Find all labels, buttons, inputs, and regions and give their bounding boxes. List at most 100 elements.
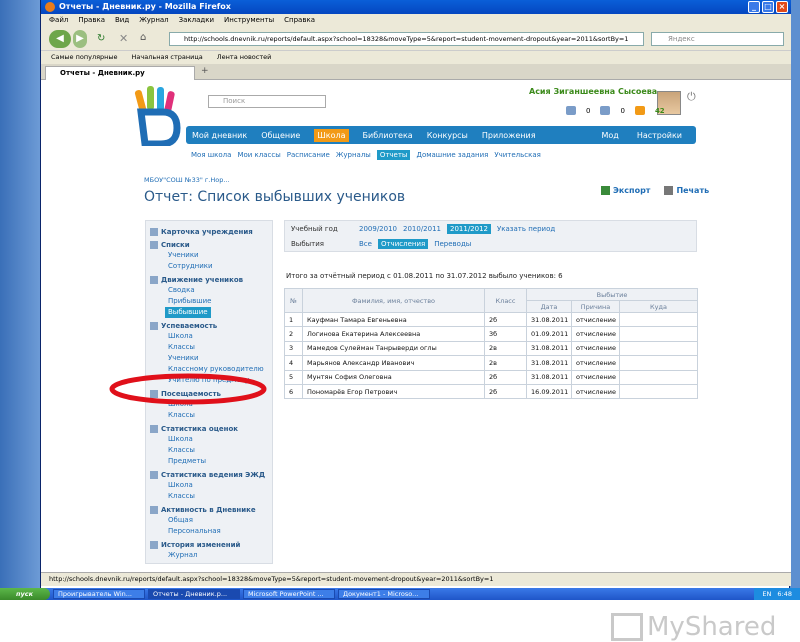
mail-count: 0	[586, 106, 591, 115]
status-bar: http://schools.dnevnik.ru/reports/defaul…	[41, 572, 791, 586]
type-option-all[interactable]: Все	[359, 240, 372, 248]
sidebar-group-title: Активность в Дневнике	[161, 506, 256, 514]
cell-name[interactable]: Мунтян София Олеговна	[302, 369, 485, 385]
nav-school[interactable]: Школа	[314, 128, 349, 142]
user-name[interactable]: Асия Зиганшеевна Сысоева	[529, 87, 657, 96]
print-button[interactable]: Печать	[664, 186, 709, 195]
sidebar-item-activity-general[interactable]: Общая	[150, 515, 272, 526]
sidebar-item-progress-students[interactable]: Ученики	[150, 353, 272, 364]
mail-icon[interactable]	[566, 106, 576, 115]
bookmark-start-page[interactable]: Начальная страница	[132, 51, 203, 64]
sidebar-item-students[interactable]: Ученики	[150, 250, 272, 261]
taskbar-item-powerpoint[interactable]: Microsoft PowerPoint ...	[243, 589, 335, 599]
cell-name[interactable]: Кауфман Тамара Евгеньевна	[302, 311, 485, 328]
bookmark-popular[interactable]: Самые популярные	[51, 51, 118, 64]
cell-name[interactable]: Марьянов Александр Иванович	[302, 355, 485, 371]
site-search-input[interactable]: Поиск	[208, 95, 326, 108]
sidebar-item-ejournal-classes[interactable]: Классы	[150, 491, 272, 502]
nav-settings[interactable]: Настройки	[637, 131, 682, 140]
menu-bookmarks[interactable]: Закладки	[179, 14, 214, 27]
breadcrumb[interactable]: МБОУ"СОШ №33" г.Нор...	[144, 176, 230, 184]
sidebar-item-staff[interactable]: Сотрудники	[150, 261, 272, 272]
sidebar-item-activity-personal[interactable]: Персональная	[150, 526, 272, 537]
movement-icon	[150, 276, 158, 284]
sidebar-item-grades-school[interactable]: Школа	[150, 434, 272, 445]
stop-icon[interactable]: ✕	[119, 32, 128, 45]
year-option-2011[interactable]: 2011/2012	[447, 224, 491, 234]
header-class[interactable]: Класс	[484, 288, 527, 313]
cell-name[interactable]: Логинова Екатерина Алексеевна	[302, 326, 485, 342]
menu-view[interactable]: Вид	[115, 14, 129, 27]
bookmark-news-feed[interactable]: Лента новостей	[217, 51, 272, 64]
sidebar-item-grades-classes[interactable]: Классы	[150, 445, 272, 456]
menu-file[interactable]: Файл	[49, 14, 68, 27]
maximize-button[interactable]: □	[762, 1, 774, 13]
cell-num: 4	[284, 355, 303, 371]
menu-tools[interactable]: Инструменты	[224, 14, 274, 27]
dnevnik-logo[interactable]	[133, 86, 181, 146]
menu-help[interactable]: Справка	[284, 14, 315, 27]
web-search-input[interactable]: Яндекс	[651, 32, 784, 46]
year-option-2009[interactable]: 2009/2010	[359, 225, 397, 233]
forward-button[interactable]: ▶	[73, 30, 87, 48]
type-option-expulsions[interactable]: Отчисления	[377, 239, 429, 249]
main-navigation: Мой дневник Общение Школа Библиотека Кон…	[186, 126, 696, 144]
nav-applications[interactable]: Приложения	[482, 131, 536, 140]
nav-mod[interactable]: Мод	[601, 131, 618, 140]
subnav-my-school[interactable]: Моя школа	[191, 151, 231, 159]
cell-reason: отчисление	[571, 326, 620, 342]
taskbar-item-firefox[interactable]: Отчеты - Дневник.р...	[148, 589, 240, 599]
header-where[interactable]: Куда	[619, 300, 698, 313]
minimize-button[interactable]: _	[748, 1, 760, 13]
sidebar-item-arrived[interactable]: Прибывшие	[150, 296, 272, 307]
type-option-transfers[interactable]: Переводы	[434, 240, 471, 248]
header-reason[interactable]: Причина	[571, 300, 620, 313]
sidebar-item-grades-subjects[interactable]: Предметы	[150, 456, 272, 467]
address-bar[interactable]: http://schools.dnevnik.ru/reports/defaul…	[169, 32, 644, 46]
cell-name[interactable]: Мамедов Сулейман Танрыверди оглы	[302, 340, 485, 357]
sidebar-item-summary[interactable]: Сводка	[150, 285, 272, 296]
cell-name[interactable]: Пономарёв Егор Петрович	[302, 383, 485, 400]
friends-icon[interactable]	[600, 106, 611, 115]
taskbar-item-word[interactable]: Документ1 - Microso...	[338, 589, 430, 599]
nav-my-diary[interactable]: Мой дневник	[192, 131, 247, 140]
sidebar-item-progress-classes[interactable]: Классы	[150, 342, 272, 353]
sidebar-item-dropped-out[interactable]: Выбывшие	[165, 307, 211, 318]
subnav-my-classes[interactable]: Мои классы	[237, 151, 280, 159]
sidebar-item-attendance-classes[interactable]: Классы	[150, 410, 272, 421]
start-button[interactable]: пуск	[0, 588, 50, 600]
subnav-schedule[interactable]: Расписание	[287, 151, 330, 159]
back-button[interactable]: ◀	[49, 30, 71, 48]
close-button[interactable]: ×	[776, 1, 788, 13]
menu-history[interactable]: Журнал	[139, 14, 168, 27]
friends-count: 0	[620, 106, 625, 115]
browser-tab[interactable]: Отчеты - Дневник.ру	[45, 66, 195, 80]
home-icon[interactable]: ⌂	[140, 32, 146, 43]
export-button[interactable]: Экспорт	[601, 186, 650, 195]
subnav-teachers-room[interactable]: Учительская	[494, 151, 541, 159]
subnav-journals[interactable]: Журналы	[336, 151, 371, 159]
events-icon[interactable]	[634, 106, 645, 115]
sidebar-item-history-journal[interactable]: Журнал	[150, 550, 272, 561]
table-row: 3 Мамедов Сулейман Танрыверди оглы 2в 31…	[284, 340, 698, 357]
header-name[interactable]: Фамилия, имя, отчество	[302, 288, 485, 313]
subnav-homework[interactable]: Домашние задания	[416, 151, 488, 159]
custom-period-link[interactable]: Указать период	[497, 225, 555, 233]
menu-edit[interactable]: Правка	[78, 14, 105, 27]
nav-contests[interactable]: Конкурсы	[427, 131, 468, 140]
taskbar-item-media-player[interactable]: Проигрыватель Win...	[53, 589, 145, 599]
header-num[interactable]: №	[284, 288, 303, 313]
logout-icon[interactable]: ⏻	[687, 90, 696, 104]
subnav-reports[interactable]: Отчеты	[376, 150, 411, 160]
year-option-2010[interactable]: 2010/2011	[403, 225, 441, 233]
header-date[interactable]: Дата	[526, 300, 572, 313]
reload-icon[interactable]: ↻	[97, 33, 105, 44]
new-tab-button[interactable]: +	[201, 66, 209, 76]
navigation-toolbar: ◀ ▶ ↻ ✕ ⌂ http://schools.dnevnik.ru/repo…	[41, 27, 791, 51]
sidebar-item-progress-school[interactable]: Школа	[150, 331, 272, 342]
nav-communication[interactable]: Общение	[261, 131, 300, 140]
sidebar-group-institution-card[interactable]: Карточка учреждения	[150, 227, 272, 237]
language-indicator[interactable]: EN	[762, 588, 771, 600]
sidebar-item-ejournal-school[interactable]: Школа	[150, 480, 272, 491]
nav-library[interactable]: Библиотека	[363, 131, 413, 140]
